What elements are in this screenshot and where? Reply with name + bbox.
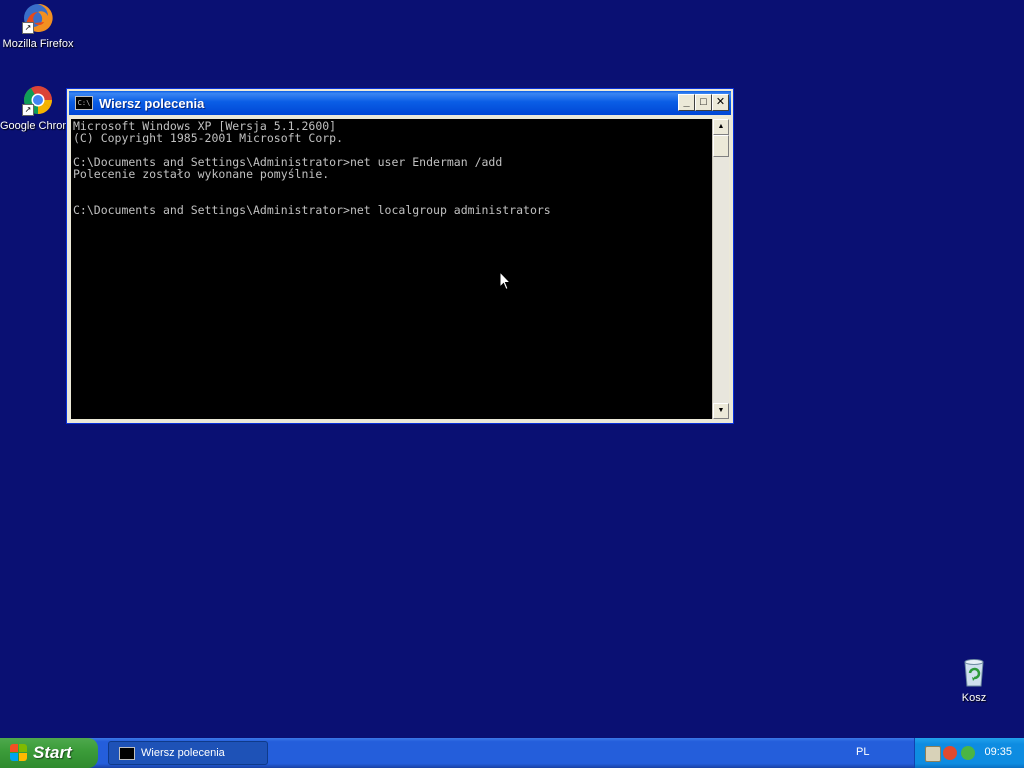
taskbar-button-label: Wiersz polecenia xyxy=(141,747,225,759)
scroll-down-button[interactable]: ▼ xyxy=(713,403,729,419)
recycle-bin-icon xyxy=(958,656,990,688)
language-indicator[interactable]: PL xyxy=(856,746,869,758)
start-label: Start xyxy=(33,743,72,762)
title-bar[interactable]: C:\ Wiersz polecenia _ □ ✕ xyxy=(69,91,731,115)
taskbar: Start Wiersz polecenia PL 09:35 xyxy=(0,738,1024,768)
console-line: C:\Documents and Settings\Administrator>… xyxy=(73,203,551,217)
update-icon[interactable] xyxy=(961,746,975,760)
clock[interactable]: 09:35 xyxy=(984,746,1012,758)
console-output-area[interactable]: Microsoft Windows XP [Wersja 5.1.2600] (… xyxy=(71,119,713,419)
close-button[interactable]: ✕ xyxy=(712,94,729,111)
taskbar-button-cmd[interactable]: Wiersz polecenia xyxy=(108,741,268,765)
console-window[interactable]: C:\ Wiersz polecenia _ □ ✕ Microsoft Win… xyxy=(66,88,734,424)
shortcut-arrow-icon: ↗ xyxy=(22,104,34,116)
system-tray: 09:35 xyxy=(914,738,1024,768)
window-title: Wiersz polecenia xyxy=(99,95,205,111)
minimize-button[interactable]: _ xyxy=(678,94,695,111)
desktop-icon-label: Kosz xyxy=(961,692,987,704)
desktop-icon-chrome[interactable]: ↗ Google Chrome xyxy=(0,84,76,132)
firefox-icon: ↗ xyxy=(22,2,54,34)
network-icon[interactable] xyxy=(925,746,941,762)
scroll-thumb[interactable] xyxy=(713,135,729,157)
desktop: ↗ Mozilla Firefox ↗ Google Chrome Kosz C… xyxy=(0,0,1024,738)
maximize-button[interactable]: □ xyxy=(695,94,712,111)
console-text: Microsoft Windows XP [Wersja 5.1.2600] (… xyxy=(71,119,713,217)
start-button[interactable]: Start xyxy=(0,738,98,768)
cmd-icon: C:\ xyxy=(75,96,93,110)
console-line: Polecenie zostało wykonane pomyślnie. xyxy=(73,167,330,181)
cmd-icon xyxy=(119,746,135,760)
shortcut-arrow-icon: ↗ xyxy=(22,22,34,34)
console-line: (C) Copyright 1985-2001 Microsoft Corp. xyxy=(73,131,344,145)
security-center-icon[interactable] xyxy=(943,746,957,760)
desktop-icon-firefox[interactable]: ↗ Mozilla Firefox xyxy=(0,2,76,50)
vertical-scrollbar[interactable]: ▲ ▼ xyxy=(712,119,729,419)
desktop-icon-label: Google Chrome xyxy=(0,120,76,132)
desktop-icon-recycle-bin[interactable]: Kosz xyxy=(936,656,1012,704)
desktop-icon-label: Mozilla Firefox xyxy=(2,38,74,50)
scroll-up-button[interactable]: ▲ xyxy=(713,119,729,135)
windows-logo-icon xyxy=(10,744,28,762)
chrome-icon: ↗ xyxy=(22,84,54,116)
mouse-cursor-icon xyxy=(499,270,512,296)
